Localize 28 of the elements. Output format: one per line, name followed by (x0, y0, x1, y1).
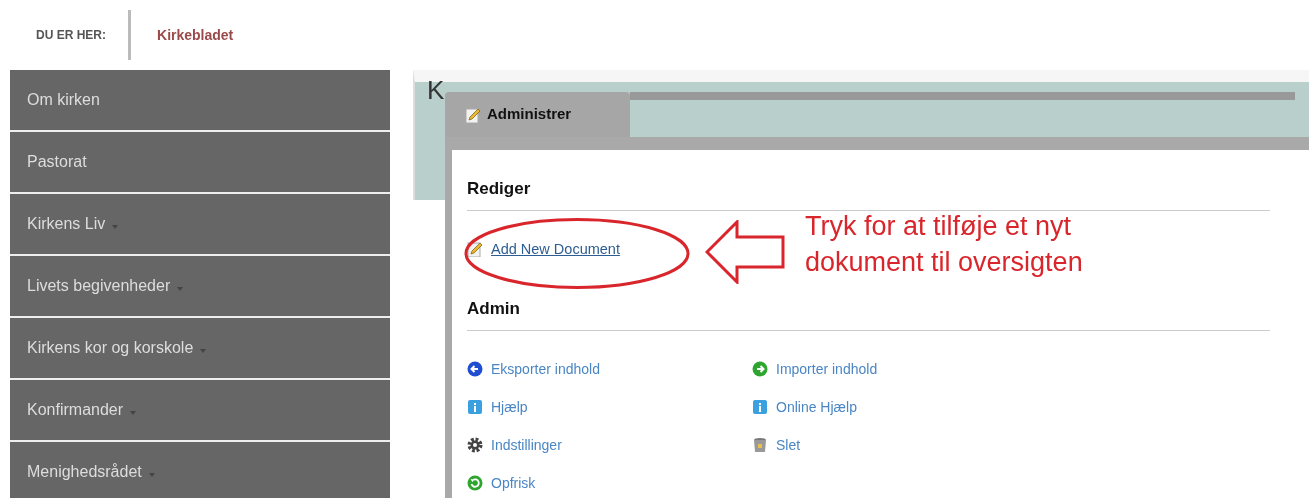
sidebar-item[interactable]: Menighedsrådet (10, 442, 390, 498)
administrer-tab[interactable]: Administrer (445, 92, 630, 137)
sidebar-item[interactable]: Konfirmander (10, 380, 390, 442)
section-heading: Admin (467, 296, 1270, 331)
sidebar-item[interactable]: Kirkens kor og korskole (10, 318, 390, 380)
trash-icon (752, 437, 768, 454)
admin-link[interactable]: Eksporter indhold (491, 358, 600, 380)
admin-link[interactable]: Slet (776, 434, 801, 456)
info-icon (467, 399, 483, 416)
sidebar-item[interactable]: Om kirken (10, 70, 390, 132)
annotation-text: Tryk for at tilføje et nyt dokument til oversigten (805, 210, 1084, 279)
admin-link[interactable]: Add New Document (491, 238, 620, 261)
info-icon (752, 399, 768, 416)
sidebar-item[interactable]: Kirkens Liv (10, 194, 390, 256)
breadcrumb-label: DU ER HER: (36, 27, 106, 44)
page-title: K (427, 75, 445, 105)
admin-link[interactable]: Opfrisk (491, 472, 536, 494)
admin-link[interactable]: Hjælp (491, 396, 528, 418)
edit-icon (465, 106, 481, 123)
sidebar-item[interactable]: Livets begivenheder (10, 256, 390, 318)
admin-link[interactable]: Online Hjælp (776, 396, 857, 418)
admin-link[interactable]: Importer indhold (776, 358, 878, 380)
admin-link[interactable]: Indstillinger (491, 434, 562, 456)
section-heading: Rediger (467, 176, 1270, 211)
breadcrumb-link[interactable]: Kirkebladet (157, 24, 234, 46)
refresh-icon (467, 475, 483, 492)
settings-icon (467, 437, 483, 454)
sidebar-item[interactable]: Pastorat (10, 132, 390, 194)
